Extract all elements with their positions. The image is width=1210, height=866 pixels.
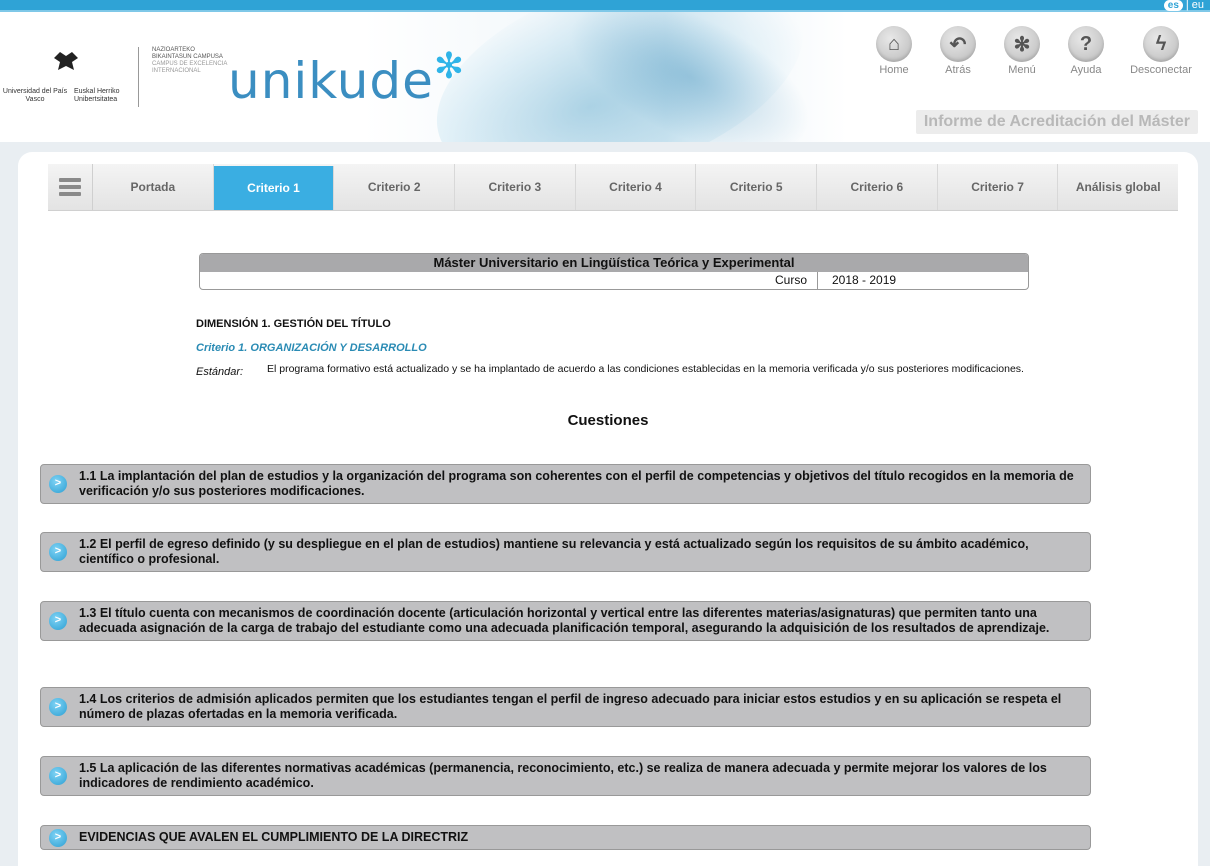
tab-criterio-7[interactable]: Criterio 7: [938, 164, 1059, 210]
question-1-3[interactable]: > 1.3 El título cuenta con mecanismos de…: [40, 601, 1091, 641]
report-title-badge: Informe de Acreditación del Máster: [915, 110, 1198, 134]
question-1-4[interactable]: > 1.4 Los criterios de admisión aplicado…: [40, 687, 1091, 727]
home-button[interactable]: ⌂ Home: [866, 26, 922, 76]
asterisk-icon: ✻: [433, 46, 466, 87]
power-icon: ϟ: [1143, 26, 1179, 62]
question-text: 1.5 La aplicación de las diferentes norm…: [79, 761, 1047, 790]
question-1-5[interactable]: > 1.5 La aplicación de las diferentes no…: [40, 756, 1091, 796]
evidence-text: EVIDENCIAS QUE AVALEN EL CUMPLIMIENTO DE…: [79, 830, 469, 844]
tab-criterio-2[interactable]: Criterio 2: [334, 164, 456, 210]
expand-arrow-icon: >: [49, 475, 67, 493]
menu-icon: ✻: [1004, 26, 1040, 62]
question-text: 1.3 El título cuenta con mecanismos de c…: [79, 606, 1050, 635]
upv-name-eu: Euskal Herriko Unibertsitatea: [74, 88, 120, 103]
home-label: Home: [879, 64, 909, 76]
campus-excellence-logo: NAZIOARTEKO BIKAINTASUN CAMPUSA CAMPUS D…: [152, 47, 232, 75]
logout-button[interactable]: ϟ Desconectar: [1122, 26, 1200, 76]
criterion-heading: Criterio 1. ORGANIZACIÓN Y DESARROLLO: [196, 342, 427, 354]
lang-separator: |: [1185, 0, 1189, 11]
hamburger-menu-button[interactable]: [48, 164, 93, 210]
hamburger-icon: [59, 175, 81, 199]
back-icon: ↶: [940, 26, 976, 62]
back-label: Atrás: [945, 64, 971, 76]
top-language-bar: es | eu: [0, 0, 1210, 12]
upv-logo[interactable]: Universidad del País Vasco Euskal Herrik…: [0, 30, 140, 120]
expand-arrow-icon: >: [49, 612, 67, 630]
back-button[interactable]: ↶ Atrás: [930, 26, 986, 76]
tab-criterio-3[interactable]: Criterio 3: [455, 164, 576, 210]
course-label: Curso: [737, 272, 818, 289]
menu-button[interactable]: ✻ Menú: [994, 26, 1050, 76]
help-label: Ayuda: [1070, 64, 1102, 76]
question-text: 1.2 El perfil de egreso definido (y su d…: [79, 537, 1029, 566]
course-row: Curso 2018 - 2019: [200, 272, 1028, 289]
criteria-tabs: Portada Criterio 1 Criterio 2 Criterio 3…: [48, 164, 1178, 211]
master-title-box: Máster Universitario en Lingüística Teór…: [199, 253, 1029, 290]
standard-text: El programa formativo está actualizado y…: [267, 363, 1024, 375]
tab-criterio-6[interactable]: Criterio 6: [817, 164, 938, 210]
tab-portada[interactable]: Portada: [93, 164, 214, 210]
expand-arrow-icon: >: [49, 767, 67, 785]
question-text: 1.4 Los criterios de admisión aplicados …: [79, 692, 1062, 721]
campus-text-eu: NAZIOARTEKO BIKAINTASUN CAMPUSA: [152, 47, 223, 60]
upv-emblem-icon: [54, 52, 78, 70]
help-button[interactable]: ? Ayuda: [1058, 26, 1114, 76]
unikude-logo[interactable]: unikude✻: [228, 46, 465, 110]
upv-name-es: Universidad del País Vasco: [2, 88, 68, 103]
header-banner: Universidad del País Vasco Euskal Herrik…: [0, 12, 1210, 142]
master-title: Máster Universitario en Lingüística Teór…: [200, 254, 1028, 272]
top-nav: ⌂ Home ↶ Atrás ✻ Menú ? Ayuda ϟ Desconec…: [866, 26, 1200, 76]
question-1-1[interactable]: > 1.1 La implantación del plan de estudi…: [40, 464, 1091, 504]
tab-criterio-5[interactable]: Criterio 5: [696, 164, 818, 210]
unikude-wordmark: unikude: [228, 52, 434, 110]
logo-divider: [138, 47, 139, 107]
menu-label: Menú: [1008, 64, 1036, 76]
lang-eu-button[interactable]: eu: [1192, 0, 1204, 11]
standard-label: Estándar:: [196, 366, 244, 378]
tab-criterio-4[interactable]: Criterio 4: [576, 164, 697, 210]
campus-text-es: CAMPUS DE EXCELENCIA INTERNACIONAL: [152, 61, 228, 74]
expand-arrow-icon: >: [49, 543, 67, 561]
home-icon: ⌂: [876, 26, 912, 62]
dimension-heading: DIMENSIÓN 1. GESTIÓN DEL TÍTULO: [196, 318, 391, 330]
tab-analisis-global[interactable]: Análisis global: [1058, 164, 1178, 210]
question-text: 1.1 La implantación del plan de estudios…: [79, 469, 1074, 498]
questions-heading: Cuestiones: [567, 412, 649, 429]
evidence-section[interactable]: > EVIDENCIAS QUE AVALEN EL CUMPLIMIENTO …: [40, 825, 1091, 850]
question-1-2[interactable]: > 1.2 El perfil de egreso definido (y su…: [40, 532, 1091, 572]
help-icon: ?: [1068, 26, 1104, 62]
main-content: Portada Criterio 1 Criterio 2 Criterio 3…: [18, 152, 1198, 866]
course-value: 2018 - 2019: [832, 273, 897, 287]
lang-es-button[interactable]: es: [1163, 0, 1183, 11]
expand-arrow-icon: >: [49, 828, 67, 847]
expand-arrow-icon: >: [49, 698, 67, 716]
logout-label: Desconectar: [1130, 64, 1192, 76]
tab-criterio-1[interactable]: Criterio 1: [213, 166, 335, 210]
language-switch: es | eu: [1163, 0, 1204, 11]
